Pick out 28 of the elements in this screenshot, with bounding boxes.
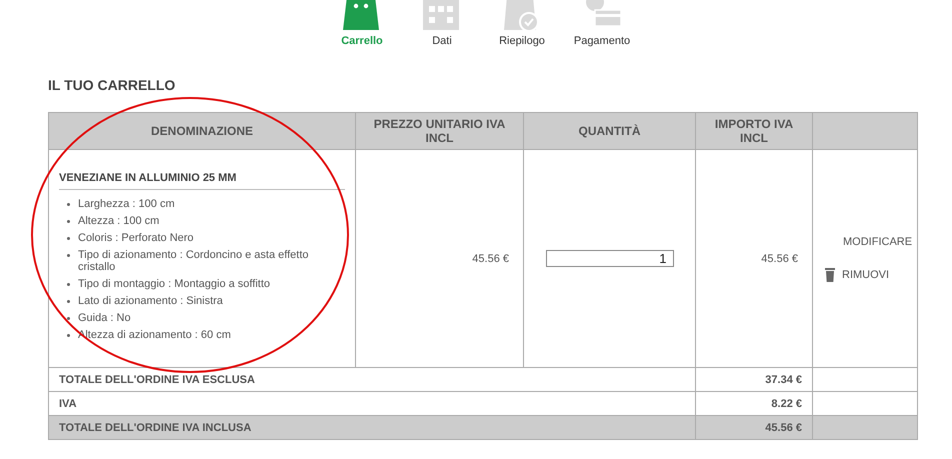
step-tab[interactable]: Dati	[432, 35, 452, 47]
column-header: IMPORTO IVA INCL	[696, 112, 812, 150]
edit-link[interactable]: MODIFICARE	[843, 236, 912, 248]
line-total: 45.56 €	[761, 252, 798, 264]
total-value: 45.56 €	[765, 422, 802, 434]
product-attribute: Tipo di montaggio : Montaggio a soffitto	[78, 278, 272, 290]
total-label: TOTALE DELL'ORDINE IVA INCLUSA	[59, 422, 252, 434]
total-value: 37.34 €	[765, 374, 802, 386]
total-label: TOTALE DELL'ORDINE IVA ESCLUSA	[59, 374, 255, 386]
product-attribute: Larghezza : 100 cm	[78, 198, 176, 210]
step-tab[interactable]: Riepilogo	[499, 35, 545, 47]
product-attribute: Guida : No	[78, 312, 132, 324]
product-attribute: Lato di azionamento : Sinistra	[78, 295, 224, 307]
quantity-field[interactable]: 1	[546, 250, 674, 267]
product-attribute: Tipo di azionamento : Cordoncino e asta effetto cristallo	[78, 249, 310, 273]
total-label: IVA	[59, 398, 77, 410]
remove-link[interactable]: RIMUOVI	[825, 268, 890, 282]
section-heading: IL TUO CARRELLO	[48, 77, 176, 94]
unit-price: 45.56 €	[472, 252, 509, 264]
column-header: PREZZO UNITARIO IVA INCL	[356, 112, 524, 150]
total-value: 8.22 €	[771, 398, 802, 410]
product-attribute: Coloris : Perforato Nero	[78, 232, 195, 244]
column-header: QUANTITÀ	[524, 112, 696, 150]
column-header: DENOMINAZIONE	[48, 112, 356, 150]
trash-icon	[825, 268, 835, 282]
step-tab[interactable]: Pagamento	[574, 35, 630, 47]
product-name: VENEZIANE IN ALLUMINIO 25 MM	[59, 172, 345, 190]
product-attribute: Altezza : 100 cm	[78, 215, 160, 227]
